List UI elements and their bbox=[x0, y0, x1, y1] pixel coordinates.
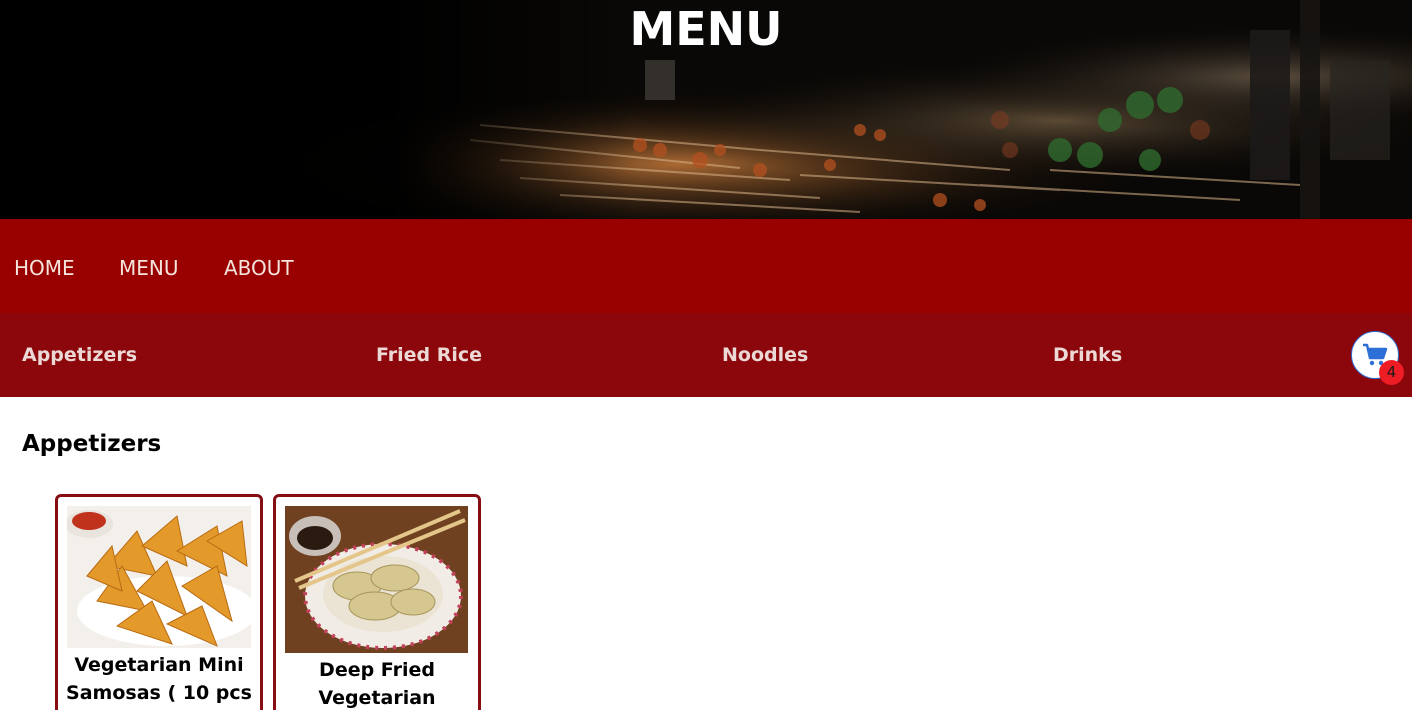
category-fried-rice[interactable]: Fried Rice bbox=[376, 344, 482, 366]
cart-count-badge: 4 bbox=[1379, 360, 1404, 385]
menu-item-card[interactable]: Deep Fried Vegetarian bbox=[273, 494, 481, 710]
item-name: Vegetarian Mini Samosas ( 10 pcs ) bbox=[66, 654, 252, 704]
item-name: Deep Fried Vegetarian bbox=[318, 659, 436, 709]
category-appetizers[interactable]: Appetizers bbox=[22, 344, 137, 366]
main-nav: HOME MENU ABOUT bbox=[0, 219, 1412, 313]
menu-item-card[interactable]: Vegetarian Mini Samosas ( 10 pcs ) bbox=[55, 494, 263, 710]
nav-about-link[interactable]: ABOUT bbox=[224, 256, 294, 280]
nav-menu-link[interactable]: MENU bbox=[119, 256, 179, 280]
section-title: Appetizers bbox=[22, 431, 162, 457]
category-noodles[interactable]: Noodles bbox=[722, 344, 808, 366]
dumplings-image bbox=[285, 506, 468, 653]
category-drinks[interactable]: Drinks bbox=[1053, 344, 1122, 366]
hero-banner: MENU bbox=[0, 0, 1412, 219]
samosas-image bbox=[67, 506, 251, 648]
nav-home-link[interactable]: HOME bbox=[14, 256, 75, 280]
category-nav: Appetizers Fried Rice Noodles Drinks bbox=[0, 313, 1412, 397]
page-title: MENU bbox=[629, 2, 783, 56]
